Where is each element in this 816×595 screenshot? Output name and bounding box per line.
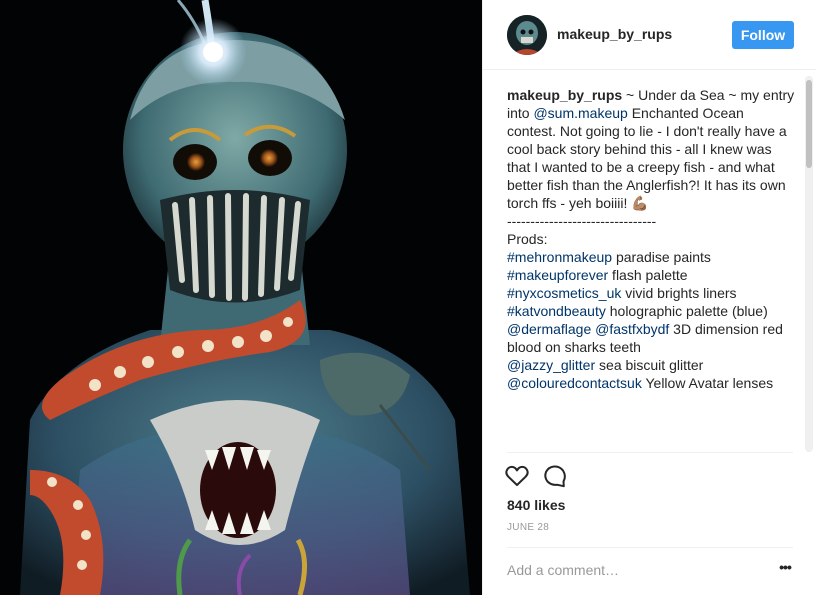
caption-link[interactable]: #katvondbeauty xyxy=(507,303,606,319)
caption-segment: holographic palette (blue) xyxy=(605,303,768,319)
caption-link[interactable]: @colouredcontactsuk xyxy=(507,375,642,391)
caption-link[interactable]: @fastfxbydf xyxy=(595,321,669,337)
post-date[interactable]: JUNE 28 xyxy=(507,522,549,533)
divider xyxy=(507,547,793,548)
caption-segment: Yellow Avatar lenses xyxy=(641,375,774,391)
caption-area: makeup_by_rups ~ Under da Sea ~ my entry… xyxy=(507,86,795,450)
caption-link[interactable]: @sum.makeup xyxy=(533,105,627,121)
post-username[interactable]: makeup_by_rups xyxy=(557,26,672,42)
caption-segment: sea biscuit glitter xyxy=(595,357,704,373)
comment-input[interactable] xyxy=(507,560,757,580)
caption-link[interactable]: @dermaflage xyxy=(507,321,591,337)
caption-segment: flash palette xyxy=(608,267,688,283)
divider xyxy=(507,452,793,453)
caption-link[interactable]: #makeupforever xyxy=(507,267,608,283)
caption-link[interactable]: @jazzy_glitter xyxy=(507,357,595,373)
caption-text: makeup_by_rups ~ Under da Sea ~ my entry… xyxy=(507,86,795,392)
post-photo[interactable] xyxy=(0,0,482,595)
caption-link[interactable]: #mehronmakeup xyxy=(507,249,612,265)
likes-count[interactable]: 840 likes xyxy=(507,497,565,513)
caption-segment: vivid brights liners xyxy=(621,285,737,301)
caption-segment: -------------------------------- xyxy=(507,213,657,229)
follow-button[interactable]: Follow xyxy=(732,21,794,49)
bodypaint-image xyxy=(0,0,482,595)
heart-icon[interactable] xyxy=(503,462,531,490)
caption-segment: Prods: xyxy=(507,231,548,247)
comment-bubble-icon[interactable] xyxy=(541,462,569,490)
more-options-icon[interactable]: ••• xyxy=(775,560,795,578)
avatar[interactable] xyxy=(507,15,547,55)
caption-segment: paradise paints xyxy=(612,249,711,265)
post-side-panel: makeup_by_rups Follow makeup_by_rups ~ U… xyxy=(482,0,816,595)
caption-link[interactable]: #nyxcosmetics_uk xyxy=(507,285,621,301)
caption-scrollbar-thumb[interactable] xyxy=(806,80,812,168)
post-header: makeup_by_rups Follow xyxy=(483,0,816,70)
avatar-image xyxy=(507,15,547,55)
caption-scrollbar[interactable] xyxy=(805,76,813,452)
caption-username[interactable]: makeup_by_rups xyxy=(507,87,622,103)
